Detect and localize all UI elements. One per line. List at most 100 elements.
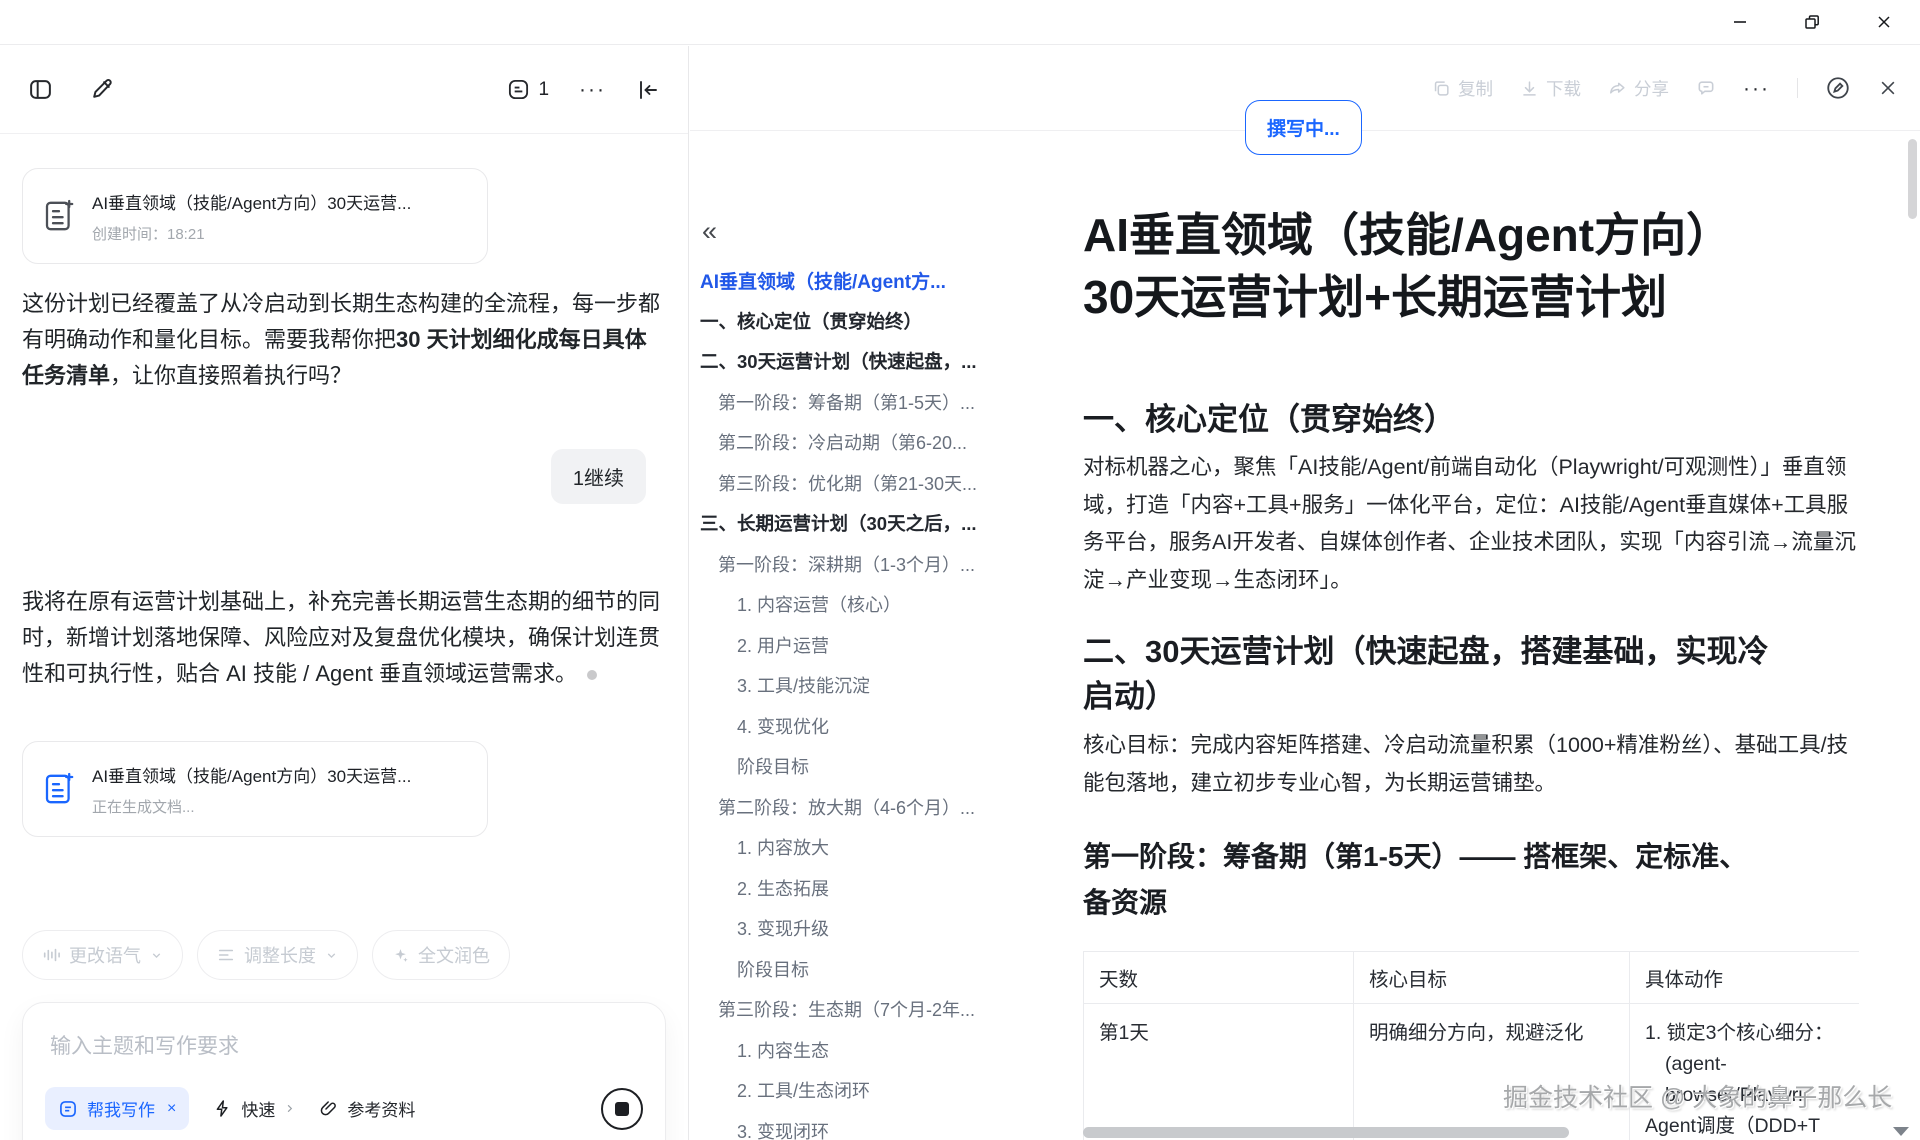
document-card-generating[interactable]: AI垂直领域（技能/Agent方向）30天运营... 正在生成文档... [22,741,488,837]
compose-pen-icon [89,77,114,102]
table-header-actions: 具体动作 [1630,952,1860,1004]
document-title-line2: 30天运营计划+长期运营计划 [1083,266,1732,328]
scroll-down-arrow-icon[interactable] [1893,1127,1909,1136]
help-me-write-chip[interactable]: 帮我写作 × [45,1087,189,1130]
user-message-bubble: 1继续 [551,449,646,504]
outline-item[interactable]: 2. 生态拓展 [700,868,1040,909]
document-card-created-time: 创建时间：18:21 [92,223,464,244]
document-count: 1 [538,79,549,101]
outline-item[interactable]: 阶段目标 [700,746,1040,787]
document-count-button[interactable]: 1 [507,78,549,101]
outline-item[interactable]: 1. 内容运营（核心） [700,584,1040,625]
close-icon [1878,78,1898,98]
restore-icon [1804,14,1820,30]
download-icon [1520,79,1539,98]
reference-material-chip[interactable]: 参考资料 [319,1096,415,1121]
assistant-message-plan: 这份计划已经覆盖了从冷启动到长期生态构建的全流程，每一步都有明确动作和量化目标。… [22,286,666,394]
toolbar-separator [1797,78,1798,98]
outline-item[interactable]: 1. 内容放大 [700,827,1040,868]
edit-mode-button[interactable] [1825,75,1851,101]
outline-item[interactable]: 1. 内容生态 [700,1030,1040,1071]
outline-item[interactable]: 2. 工具/生态闭环 [700,1070,1040,1111]
outline-collapse-icon[interactable]: « [702,218,717,244]
chevron-right-icon [284,1103,295,1114]
new-chat-button[interactable] [89,77,114,102]
table-header-row: 天数 核心目标 具体动作 [1084,952,1860,1004]
change-tone-label: 更改语气 [69,942,141,968]
outline-item[interactable]: 第二阶段：冷启动期（第6-20... [700,422,1040,463]
watermark-text: 掘金技术社区 @ 大象的鼻子那么长 [1503,1078,1892,1114]
window-close-button[interactable] [1848,0,1920,44]
vertical-scrollbar-thumb[interactable] [1908,139,1917,219]
comment-icon [1696,78,1716,98]
assistant-message-revise: 我将在原有运营计划基础上，补充完善长期运营生态期的细节的同时，新增计划落地保障、… [22,584,666,692]
window-titlebar [0,0,1920,45]
composer-card: 输入主题和写作要求 帮我写作 × 快速 参考资料 [22,1002,666,1140]
sidebar-toggle-button[interactable] [28,77,53,102]
quick-actions-row: 更改语气 调整长度 全文润色 [22,930,510,980]
document-icon [507,78,530,101]
outline-item[interactable]: 第二阶段：放大期（4-6个月）... [700,787,1040,828]
document-panel: 复制 下载 分享 ··· 撰写中... [690,46,1920,1140]
mode-quick-chip[interactable]: 快速 [213,1096,295,1121]
adjust-length-button[interactable]: 调整长度 [197,930,358,980]
collapse-left-icon [636,78,660,102]
outline-item[interactable]: 3. 变现闭环 [700,1111,1040,1140]
message-text: ，让你直接照着执行吗？ [110,363,352,388]
panel-divider [688,46,689,1140]
outline-item[interactable]: 4. 变现优化 [700,706,1040,747]
window-minimize-button[interactable] [1704,0,1776,44]
chat-panel: 1 ··· AI垂直领域（技能/Agent方向）30天运营... 创建时间：18… [0,46,688,1140]
composer-input[interactable]: 输入主题和写作要求 [50,1030,239,1060]
download-label: 下载 [1546,76,1581,101]
outline-item[interactable]: 一、核心定位（贯穿始终） [700,301,1040,342]
copy-button[interactable]: 复制 [1432,76,1493,101]
outline-item[interactable]: 第三阶段：生态期（7个月-2年... [700,989,1040,1030]
document-more-button[interactable]: ··· [1743,78,1770,99]
comment-button[interactable] [1696,78,1716,98]
document-title-line1: AI垂直领域（技能/Agent方向） [1083,204,1732,266]
document-card-texts: AI垂直领域（技能/Agent方向）30天运营... 创建时间：18:21 [92,189,464,244]
section1-heading: 一、核心定位（贯穿始终） [1083,394,1455,439]
document-outline: « AI垂直领域（技能/Agent方... 一、核心定位（贯穿始终） 二、30天… [700,218,1040,1140]
outline-item-active[interactable]: AI垂直领域（技能/Agent方... [700,260,1040,301]
horizontal-scrollbar-thumb[interactable] [1083,1127,1569,1138]
share-button[interactable]: 分享 [1608,76,1669,101]
outline-item[interactable]: 3. 变现升级 [700,908,1040,949]
outline-item[interactable]: 第一阶段：筹备期（第1-5天）... [700,382,1040,423]
outline-item[interactable]: 第一阶段：深耕期（1-3个月）... [700,544,1040,585]
outline-item[interactable]: 3. 工具/技能沉淀 [700,665,1040,706]
lightning-icon [213,1099,232,1118]
minimize-icon [1732,14,1748,30]
table-cell-goal: 明确细分方向，规避泛化 [1354,1004,1630,1140]
outline-item[interactable]: 二、30天运营计划（快速起盘，... [700,341,1040,382]
help-me-write-label: 帮我写作 [87,1096,155,1121]
document-card-created[interactable]: AI垂直领域（技能/Agent方向）30天运营... 创建时间：18:21 [22,168,488,264]
document-plus-icon [43,198,75,234]
chat-more-button[interactable]: ··· [579,79,606,100]
outline-item[interactable]: 三、长期运营计划（30天之后，... [700,503,1040,544]
collapse-panel-button[interactable] [636,78,660,102]
actions-line: (agent- [1645,1049,1859,1080]
change-tone-button[interactable]: 更改语气 [22,930,183,980]
composer-chips-row: 帮我写作 × 快速 参考资料 [45,1087,643,1130]
close-document-button[interactable] [1878,78,1898,98]
outline-item[interactable]: 第三阶段：优化期（第21-30天... [700,463,1040,504]
table-header-day: 天数 [1084,952,1354,1004]
actions-line: 1. 锁定3个核心细分： [1645,1018,1859,1049]
outline-item[interactable]: 阶段目标 [700,949,1040,990]
share-icon [1608,79,1627,98]
app-window: 1 ··· AI垂直领域（技能/Agent方向）30天运营... 创建时间：18… [0,0,1920,1140]
outline-item[interactable]: 2. 用户运营 [700,625,1040,666]
sparkle-icon [392,947,409,964]
window-restore-button[interactable] [1776,0,1848,44]
outline-list: AI垂直领域（技能/Agent方... 一、核心定位（贯穿始终） 二、30天运营… [700,260,1040,1140]
phase1-heading: 第一阶段：筹备期（第1-5天）—— 搭框架、定标准、备资源 [1083,834,1773,926]
polish-text-button[interactable]: 全文润色 [372,930,510,980]
actions-line: Agent调度（DDD+T [1645,1111,1859,1140]
polish-text-label: 全文润色 [418,942,490,968]
chat-toolbar-right: 1 ··· [507,78,660,102]
remove-chip-icon[interactable]: × [167,1100,176,1118]
stop-generating-button[interactable] [601,1088,643,1130]
download-button[interactable]: 下载 [1520,76,1581,101]
